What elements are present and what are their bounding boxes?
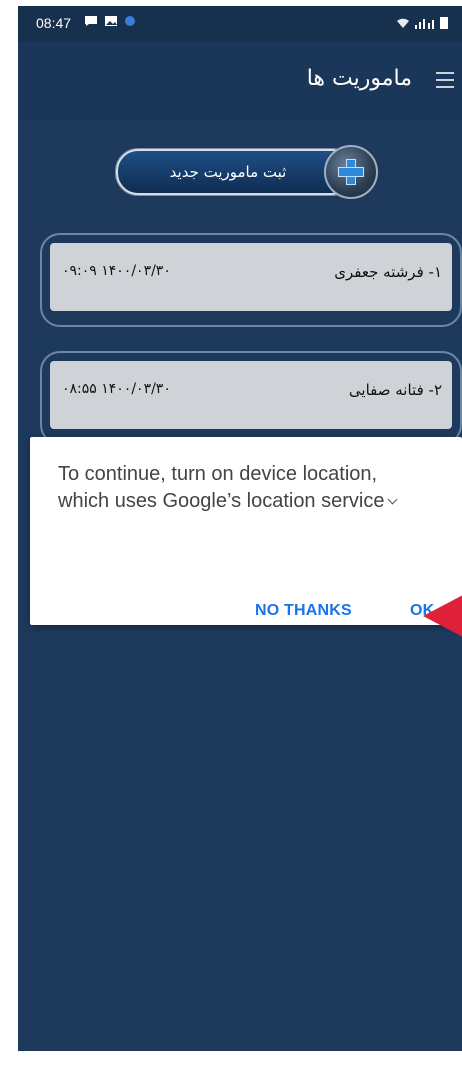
- page-title: ماموریت ها: [306, 66, 412, 91]
- mission-name: ۱- فرشته جعفری: [334, 263, 442, 281]
- new-mission-button[interactable]: ثبت ماموریت جدید: [116, 145, 394, 199]
- notification-icons: [84, 15, 136, 27]
- list-item[interactable]: ۱- فرشته جعفری ۱۴۰۰/۰۳/۳۰ ۰۹:۰۹: [40, 233, 462, 327]
- image-icon: [105, 16, 117, 26]
- mission-card-body[interactable]: ۲- فتانه صفایی ۱۴۰۰/۰۳/۳۰ ۰۸:۵۵: [50, 361, 452, 429]
- chevron-down-icon[interactable]: [388, 494, 398, 505]
- plus-icon[interactable]: [324, 145, 378, 199]
- wifi-icon: [397, 18, 409, 28]
- dialog-message[interactable]: To continue, turn on device location, wh…: [58, 461, 418, 515]
- mission-name: ۲- فتانه صفایی: [348, 381, 442, 399]
- no-thanks-button[interactable]: NO THANKS: [255, 602, 352, 620]
- signal-icon: [415, 18, 434, 29]
- mission-datetime: ۱۴۰۰/۰۳/۳۰ ۰۹:۰۹: [62, 263, 171, 279]
- arrow-pointer-icon: [423, 595, 462, 637]
- new-mission-pill[interactable]: ثبت ماموریت جدید: [116, 149, 354, 195]
- dialog-message-text: To continue, turn on device location, wh…: [58, 463, 385, 512]
- app-screen: 08:47 ماموریت ها ثبت ماموریت جدید ۱- فرش…: [18, 6, 462, 1051]
- mission-card-body[interactable]: ۱- فرشته جعفری ۱۴۰۰/۰۳/۳۰ ۰۹:۰۹: [50, 243, 452, 311]
- app-notification-icon: [125, 16, 135, 26]
- status-bar: 08:47: [18, 6, 462, 42]
- new-mission-label: ثبت ماموریت جدید: [169, 163, 287, 181]
- location-dialog: To continue, turn on device location, wh…: [30, 437, 462, 625]
- status-time: 08:47: [36, 15, 72, 31]
- app-bar: ماموریت ها: [18, 42, 462, 120]
- system-icons: [396, 16, 448, 29]
- mission-datetime: ۱۴۰۰/۰۳/۳۰ ۰۸:۵۵: [62, 381, 171, 397]
- list-item[interactable]: ۲- فتانه صفایی ۱۴۰۰/۰۳/۳۰ ۰۸:۵۵: [40, 351, 462, 445]
- battery-icon: [440, 17, 448, 29]
- menu-icon[interactable]: [436, 72, 454, 88]
- message-icon: [85, 16, 97, 26]
